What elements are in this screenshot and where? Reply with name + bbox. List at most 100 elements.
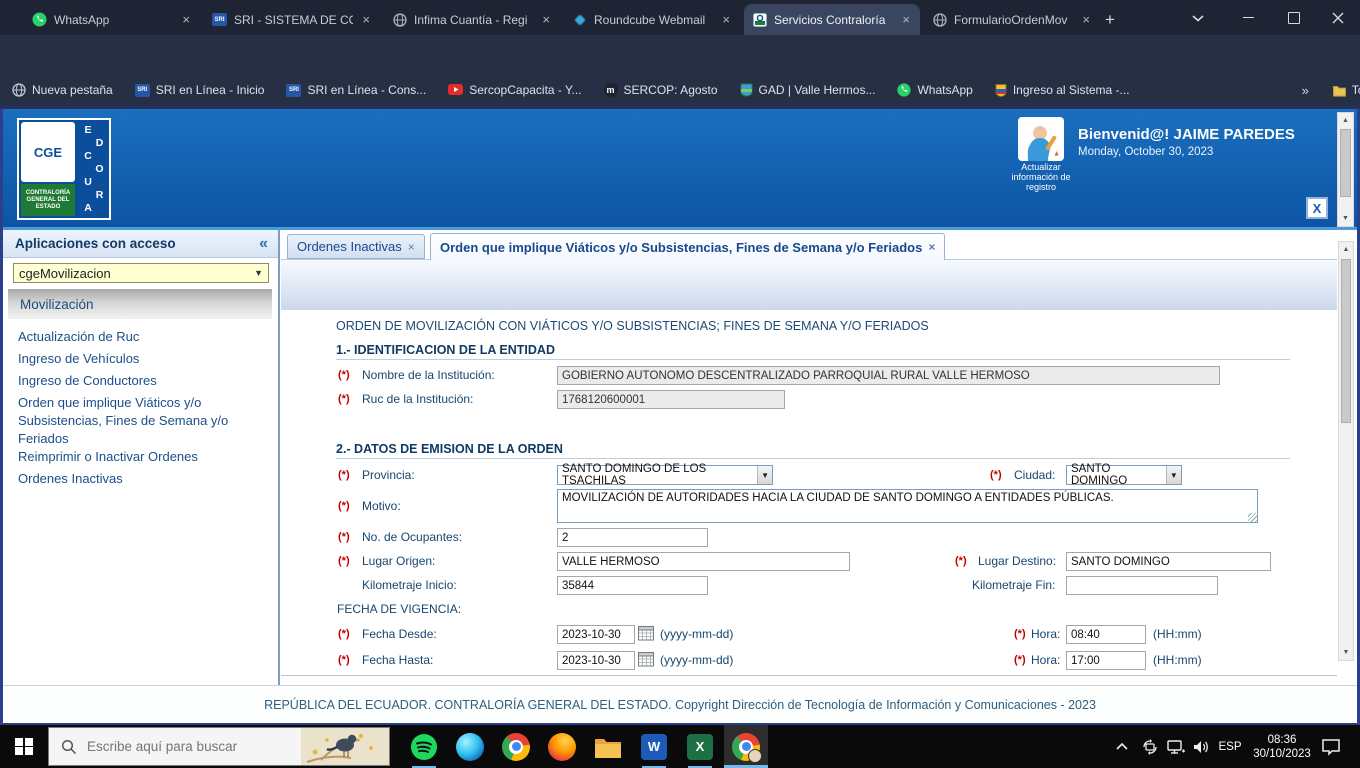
close-tab-icon[interactable]: × (720, 12, 732, 27)
sidebar-item-reimprimir-inactivar[interactable]: Reimprimir o Inactivar Ordenes (18, 448, 266, 466)
action-center-icon[interactable] (1316, 725, 1346, 768)
close-tab-icon[interactable]: × (180, 12, 192, 27)
sidebar-section-movilizacion[interactable]: Movilización (8, 289, 272, 319)
search-bird-art (301, 728, 389, 765)
date-format-hint: (yyyy-mm-dd) (660, 627, 734, 641)
close-tab-icon[interactable]: × (900, 12, 912, 27)
window-maximize-button[interactable] (1272, 0, 1316, 35)
browser-tab-roundcube[interactable]: Roundcube Webmail × (564, 4, 740, 35)
ruc-institucion-input[interactable] (557, 390, 785, 409)
close-tab-icon[interactable]: × (360, 12, 372, 27)
fecha-hasta-label: Fecha Hasta: (362, 653, 434, 667)
sidebar-item-ordenes-inactivas[interactable]: Ordenes Inactivas (18, 470, 266, 488)
motivo-textarea[interactable]: MOVILIZACIÓN DE AUTORIDADES HACIA LA CIU… (557, 489, 1258, 523)
ruc-institucion-label: Ruc de la Institución: (362, 392, 474, 406)
calendar-icon[interactable] (638, 625, 654, 641)
km-fin-input[interactable] (1066, 576, 1218, 595)
required-mark: (*) (955, 555, 967, 567)
ocupantes-label: No. de Ocupantes: (362, 530, 463, 544)
fecha-desde-input[interactable] (557, 625, 635, 644)
new-tab-button[interactable]: + (1098, 8, 1122, 32)
taskbar-search[interactable] (48, 727, 390, 766)
bookmark-sercopcapacita[interactable]: SercopCapacita - Y... (448, 83, 582, 97)
update-registration-caption[interactable]: Actualizar información de registro (1006, 162, 1076, 192)
browser-tab-infima[interactable]: Infima Cuantía - Regi × (384, 4, 560, 35)
browser-tab-sri[interactable]: SRI SRI - SISTEMA DE COI × (204, 4, 380, 35)
page-footer: REPÚBLICA DEL ECUADOR. CONTRALORÍA GENER… (3, 685, 1357, 723)
scroll-down-icon[interactable]: ▼ (1339, 645, 1353, 660)
tray-chevron-up-icon[interactable] (1108, 725, 1136, 768)
chevron-down-icon: ▼ (1165, 466, 1181, 484)
workspace-tab-ordenes-inactivas[interactable]: Ordenes Inactivas × (287, 234, 425, 259)
tray-language[interactable]: ESP (1212, 725, 1248, 768)
taskbar-chrome-active[interactable] (724, 725, 768, 768)
browser-tab-servicios-contraloria-active[interactable]: Servicios Contraloría × (744, 4, 920, 35)
sidebar-item-ingreso-conductores[interactable]: Ingreso de Conductores (18, 372, 266, 390)
taskbar-edge[interactable] (448, 725, 492, 768)
km-inicio-input[interactable] (557, 576, 708, 595)
close-tab-icon[interactable]: × (1080, 12, 1092, 27)
bookmark-sri-inicio[interactable]: SRI SRI en Línea - Inicio (134, 83, 264, 97)
hora-desde-input[interactable] (1066, 625, 1146, 644)
ciudad-select[interactable]: SANTO DOMINGO ▼ (1066, 463, 1182, 487)
bookmark-ingreso-sistema[interactable]: Ingreso al Sistema -... (995, 83, 1130, 97)
browser-tab-whatsapp[interactable]: WhatsApp × (24, 4, 200, 35)
tab-title: Infima Cuantía - Regi (414, 12, 528, 27)
tab-search-chevron-icon[interactable] (1176, 0, 1220, 35)
resize-grip[interactable] (1248, 513, 1257, 522)
sidebar-item-actualizacion-ruc[interactable]: Actualización de Ruc (18, 328, 266, 346)
window-close-button[interactable] (1316, 0, 1360, 35)
bookmark-whatsapp[interactable]: WhatsApp (897, 83, 973, 97)
bookmark-gad-valle-hermoso[interactable]: GAD | Valle Hermos... (740, 83, 875, 97)
browser-tab-formulario[interactable]: FormularioOrdenMov × (924, 4, 1100, 35)
taskbar-firefox[interactable] (540, 725, 584, 768)
taskbar-spotify[interactable] (402, 725, 446, 768)
scroll-up-icon[interactable]: ▲ (1338, 113, 1353, 128)
bookmark-sri-consultas[interactable]: SRI SRI en Línea - Cons... (286, 83, 426, 97)
bookmark-nueva-pestana[interactable]: Nueva pestaña (12, 83, 113, 97)
close-tab-icon[interactable]: × (540, 12, 552, 27)
tray-network-icon[interactable] (1162, 725, 1190, 768)
calendar-icon[interactable] (638, 651, 654, 667)
required-mark: (*) (338, 654, 350, 666)
header-scrollbar[interactable]: ▲ ▼ (1337, 112, 1354, 227)
bookmarks-overflow-chevrons[interactable]: » (1302, 83, 1309, 98)
required-mark: (*) (338, 531, 350, 543)
all-bookmarks-button[interactable]: Todos los marcadores (1332, 83, 1360, 97)
application-select[interactable]: cgeMovilizacion ▼ (13, 263, 269, 283)
sidebar-item-orden-viaticos[interactable]: Orden que implique Viáticos y/o Subsiste… (18, 394, 266, 448)
sidebar-collapse-icon[interactable]: « (259, 235, 268, 253)
start-button[interactable] (0, 725, 48, 768)
taskbar-chrome[interactable] (494, 725, 538, 768)
scrollbar-thumb[interactable] (1341, 259, 1351, 423)
hora-hasta-input[interactable] (1066, 651, 1146, 670)
required-mark: (*) (338, 628, 350, 640)
workspace-tab-orden-viaticos-active[interactable]: Orden que implique Viáticos y/o Subsiste… (430, 233, 946, 260)
update-registration-avatar[interactable] (1018, 117, 1064, 161)
taskbar-word[interactable]: W (632, 725, 676, 768)
content-scrollbar[interactable]: ▲ ▼ (1338, 241, 1354, 661)
fecha-hasta-input[interactable] (557, 651, 635, 670)
close-tab-icon[interactable]: × (928, 240, 935, 254)
chrome-icon (732, 732, 762, 763)
taskbar-file-explorer[interactable] (586, 725, 630, 768)
close-tab-icon[interactable]: × (408, 240, 415, 254)
tray-volume-icon[interactable] (1188, 725, 1214, 768)
ocupantes-input[interactable] (557, 528, 708, 547)
scrollbar-thumb[interactable] (1340, 129, 1351, 197)
tray-sync-icon[interactable] (1136, 725, 1164, 768)
lugar-destino-input[interactable] (1066, 552, 1271, 571)
taskbar-search-input[interactable] (85, 738, 279, 755)
tray-clock[interactable]: 08:36 30/10/2023 (1252, 725, 1312, 768)
sidebar-item-ingreso-vehiculos[interactable]: Ingreso de Vehículos (18, 350, 266, 368)
taskbar-excel[interactable]: X (678, 725, 722, 768)
provincia-label: Provincia: (362, 468, 415, 482)
header-close-button[interactable]: X (1306, 197, 1328, 219)
scroll-up-icon[interactable]: ▲ (1339, 242, 1353, 257)
lugar-origen-input[interactable] (557, 552, 850, 571)
provincia-select[interactable]: SANTO DOMINGO DE LOS TSACHILAS ▼ (557, 463, 773, 487)
scroll-down-icon[interactable]: ▼ (1338, 211, 1353, 226)
window-minimize-button[interactable] (1226, 0, 1270, 35)
nombre-institucion-input[interactable] (557, 366, 1220, 385)
bookmark-sercop-agosto[interactable]: m SERCOP: Agosto (603, 83, 718, 97)
